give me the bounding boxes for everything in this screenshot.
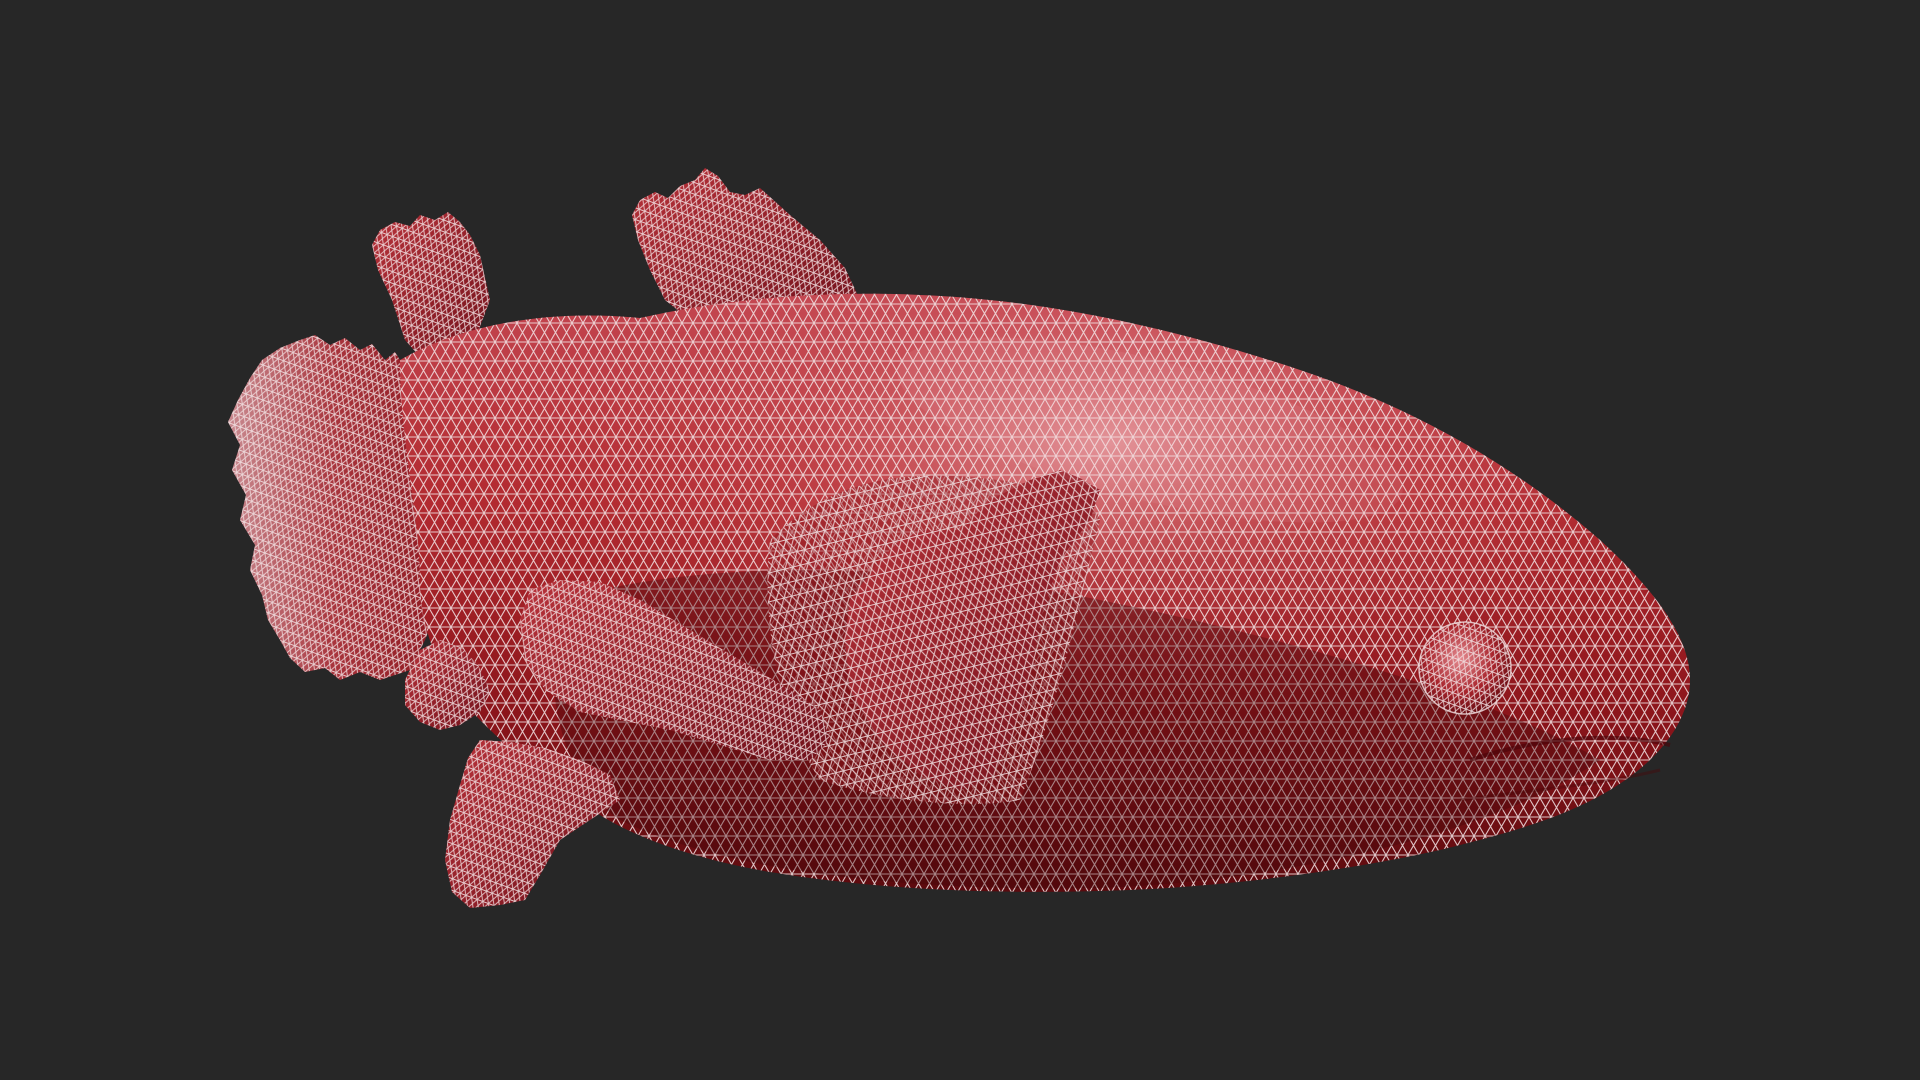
- 3d-viewport[interactable]: [0, 0, 1920, 1080]
- fish-render: [228, 168, 1690, 908]
- eye: [1418, 621, 1512, 715]
